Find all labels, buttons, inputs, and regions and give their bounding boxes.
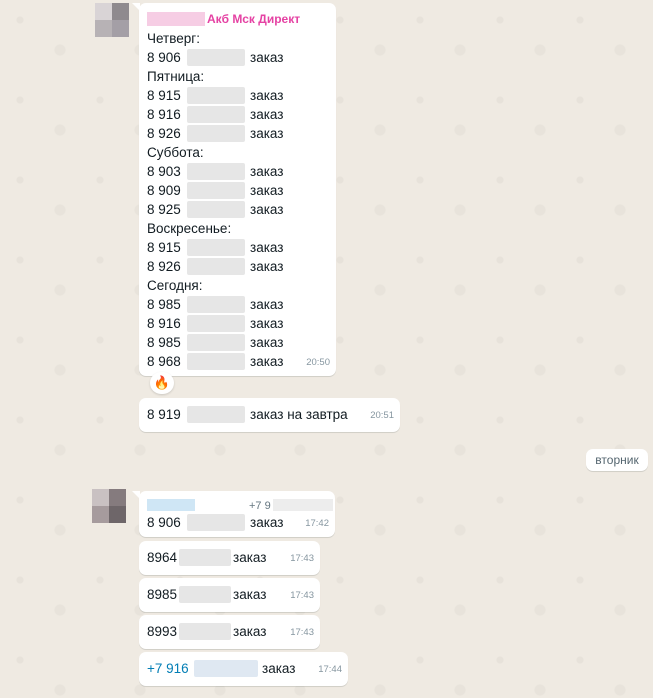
day-heading: Четверг: [147,31,200,46]
message-bubble[interactable]: Акб Мск Директ Четверг: 8 906 заказ Пятни… [132,3,336,376]
sender-header[interactable]: +7 9 [147,496,333,513]
order-line: 8 906 заказ [147,514,284,531]
order-line: 8 915 заказ [147,239,284,256]
message-timestamp: 17:42 [305,518,329,529]
redacted-name-block [147,12,205,26]
order-line: 8 919 заказ на завтра [147,406,348,423]
message-timestamp: 17:43 [290,627,314,638]
order-line: 8 985 заказ [147,334,284,351]
message-timestamp: 17:43 [290,590,314,601]
order-line: 8993 заказ [147,623,267,640]
order-line: 8 925 заказ [147,201,284,218]
order-line: 8964 заказ [147,549,267,566]
date-separator: вторник [586,449,648,471]
sender-header[interactable]: Акб Мск Директ [147,9,328,29]
day-heading: Суббота: [147,145,204,160]
day-heading: Пятница: [147,69,205,84]
phone-link-line[interactable]: +7 916 заказ [147,659,340,678]
message-timestamp: 17:44 [318,664,342,675]
message-bubble[interactable]: +7 9 8 906 заказ 17:42 [132,491,335,537]
order-line: 8 968 заказ [147,353,284,370]
day-heading: Воскресенье: [147,221,232,236]
message-bubble[interactable]: +7 916 заказ 17:44 [139,652,348,686]
avatar[interactable] [95,3,129,37]
message-timestamp: 17:43 [290,553,314,564]
order-line: 8 926 заказ [147,125,284,142]
order-line: 8 916 заказ [147,106,284,123]
bubble-tail [132,3,140,11]
phone-link[interactable]: +7 916 [147,659,189,678]
order-line: 8 903 заказ [147,163,284,180]
redacted-name-block [147,499,195,511]
order-line: 8 926 заказ [147,258,284,275]
message-bubble[interactable]: 8964 заказ 17:43 [139,541,320,575]
order-line: 8 915 заказ [147,87,284,104]
sender-name[interactable]: Акб Мск Директ [207,10,300,29]
message-bubble[interactable]: 8985 заказ 17:43 [139,578,320,612]
order-line: 8 916 заказ [147,315,284,332]
redacted-phone-block [273,499,333,511]
day-heading: Сегодня: [147,278,203,293]
message-bubble[interactable]: 8993 заказ 17:43 [139,615,320,649]
message-timestamp: 20:51 [370,410,394,421]
message-bubble[interactable]: 8 919 заказ на завтра 20:51 [139,398,400,432]
order-line: 8985 заказ [147,586,267,603]
fire-icon[interactable]: 🔥 [150,372,174,394]
avatar[interactable] [92,489,126,523]
order-line: 8 985 заказ [147,296,284,313]
order-line: 8 909 заказ [147,182,284,199]
order-line: 8 906 заказ [147,49,284,66]
bubble-tail [132,491,140,499]
message-timestamp: 20:50 [306,357,330,368]
